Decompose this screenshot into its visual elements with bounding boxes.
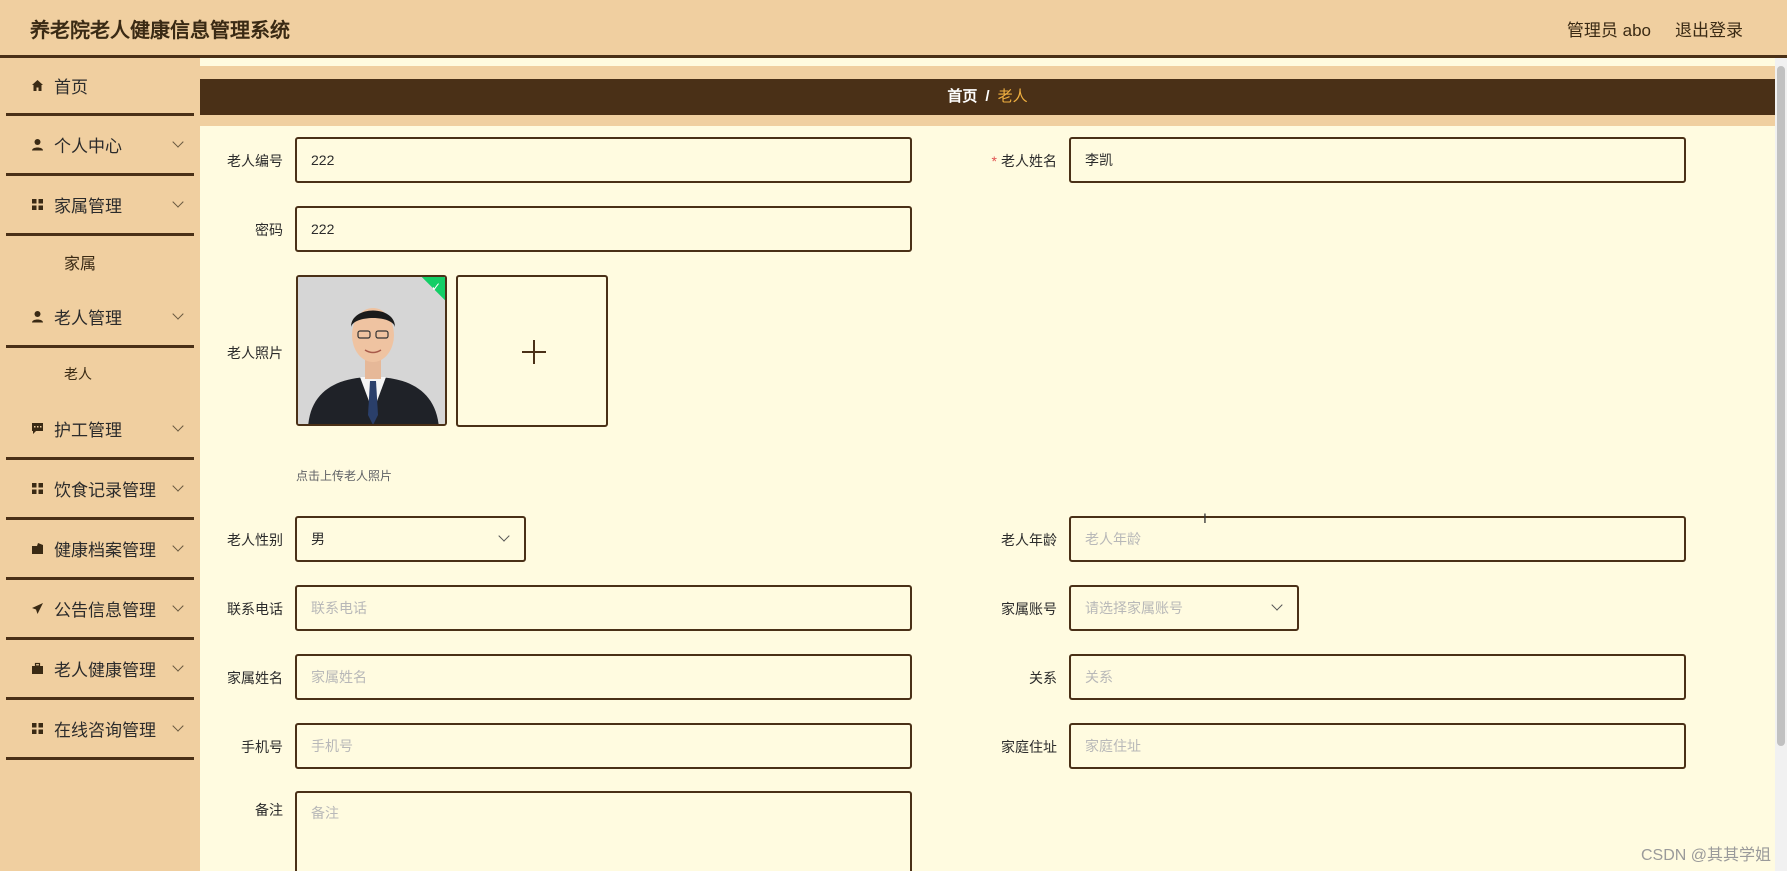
sidebar-item-elder-health-management[interactable]: 老人健康管理: [6, 640, 194, 700]
address-label: 家庭住址: [1001, 739, 1057, 755]
elder-name-label: * 老人姓名: [991, 153, 1057, 169]
sidebar-item-diet-record-management[interactable]: 饮食记录管理: [6, 460, 194, 520]
gender-value: 男: [311, 531, 325, 547]
chevron-down-icon: [172, 540, 184, 552]
chevron-down-icon: [172, 720, 184, 732]
portrait-image: [298, 277, 445, 424]
sidebar-item-label: 老人健康管理: [54, 661, 156, 680]
sidebar-item-personal-center[interactable]: 个人中心: [6, 116, 194, 176]
mobile-label: 手机号: [241, 739, 283, 755]
family-account-label: 家属账号: [1001, 601, 1057, 617]
required-mark: *: [991, 153, 997, 169]
user-area: 管理员 abo 退出登录: [1567, 16, 1743, 41]
grid-icon: [30, 482, 44, 496]
send-icon: [30, 602, 44, 616]
breadcrumb-separator: /: [985, 88, 990, 105]
family-account-placeholder: 请选择家属账号: [1085, 600, 1183, 616]
password-field[interactable]: [295, 206, 912, 252]
relation-field[interactable]: [1069, 654, 1686, 700]
address-field[interactable]: [1069, 723, 1686, 769]
sidebar-item-online-consult-management[interactable]: 在线咨询管理: [6, 700, 194, 760]
elder-id-field[interactable]: [295, 137, 912, 183]
chat-icon: [30, 422, 44, 436]
sidebar: 首页 个人中心 家属管理 家属 老人管理 老人 护工管理 饮食记录管理 健康档案…: [0, 58, 200, 871]
chevron-down-icon: [172, 308, 184, 320]
sidebar-item-family-management[interactable]: 家属管理: [6, 176, 194, 236]
remark-label: 备注: [255, 802, 283, 818]
mobile-field[interactable]: [295, 723, 912, 769]
chevron-down-icon: [172, 136, 184, 148]
chevron-down-icon: [172, 600, 184, 612]
family-name-field[interactable]: [295, 654, 912, 700]
scrollbar-thumb[interactable]: [1777, 66, 1785, 746]
text-cursor-icon: I: [1203, 510, 1207, 526]
chevron-down-icon: [1271, 599, 1283, 611]
briefcase-icon: [30, 662, 44, 676]
sidebar-subitem-family[interactable]: 家属: [0, 236, 200, 288]
sidebar-item-caregiver-management[interactable]: 护工管理: [6, 400, 194, 460]
sidebar-subitem-elder[interactable]: 老人: [0, 348, 200, 400]
app-title: 养老院老人健康信息管理系统: [30, 20, 290, 42]
elder-photo-label: 老人照片: [227, 345, 283, 361]
breadcrumb-bar: 首页 / 老人: [200, 66, 1775, 126]
chevron-down-icon: [172, 480, 184, 492]
user-icon: [30, 310, 44, 324]
grid-icon: [30, 198, 44, 212]
family-account-select[interactable]: 请选择家属账号: [1069, 585, 1299, 631]
sidebar-item-label: 家属管理: [54, 197, 122, 216]
logout-button[interactable]: 退出登录: [1675, 16, 1743, 41]
sidebar-item-home[interactable]: 首页: [6, 58, 194, 116]
sidebar-item-health-record-management[interactable]: 健康档案管理: [6, 520, 194, 580]
chevron-down-icon: [172, 420, 184, 432]
age-label: 老人年龄: [1001, 532, 1057, 548]
chevron-down-icon: [172, 660, 184, 672]
password-label: 密码: [255, 222, 283, 238]
chevron-down-icon: [172, 196, 184, 208]
elder-name-field[interactable]: [1069, 137, 1686, 183]
phone-label: 联系电话: [227, 601, 283, 617]
gender-label: 老人性别: [227, 532, 283, 548]
relation-label: 关系: [1029, 670, 1057, 686]
sidebar-item-label: 在线咨询管理: [54, 721, 156, 740]
sidebar-item-label: 健康档案管理: [54, 541, 156, 560]
remark-textarea[interactable]: 备注: [295, 791, 912, 871]
photo-upload-button[interactable]: [456, 275, 608, 427]
breadcrumb-home[interactable]: 首页: [947, 88, 977, 105]
sidebar-item-label: 护工管理: [54, 421, 122, 440]
sidebar-item-label: 首页: [54, 78, 88, 97]
folder-icon: [30, 542, 44, 556]
breadcrumb-current: 老人: [997, 88, 1028, 105]
home-icon: [30, 79, 44, 93]
sidebar-item-elder-management[interactable]: 老人管理: [6, 288, 194, 348]
scrollbar[interactable]: [1775, 58, 1787, 871]
gender-select[interactable]: 男: [295, 516, 526, 562]
sidebar-item-label: 公告信息管理: [54, 601, 156, 620]
sidebar-item-label: 饮食记录管理: [54, 481, 156, 500]
sidebar-item-label: 个人中心: [54, 137, 122, 156]
chevron-down-icon: [498, 530, 510, 542]
user-icon: [30, 138, 44, 152]
elder-photo-thumbnail[interactable]: ✓: [296, 275, 447, 426]
family-name-label: 家属姓名: [227, 670, 283, 686]
check-icon: ✓: [430, 280, 441, 294]
elder-id-label: 老人编号: [227, 153, 283, 169]
upload-tip: 点击上传老人照片: [296, 469, 393, 483]
sidebar-item-label: 老人管理: [54, 309, 122, 328]
sidebar-item-notice-management[interactable]: 公告信息管理: [6, 580, 194, 640]
watermark: CSDN @其其学姐: [1640, 847, 1771, 864]
phone-field[interactable]: [295, 585, 912, 631]
breadcrumb: 首页 / 老人: [200, 79, 1775, 115]
top-bar: 养老院老人健康信息管理系统 管理员 abo 退出登录: [0, 0, 1787, 58]
user-name[interactable]: 管理员 abo: [1567, 16, 1651, 41]
grid-icon: [30, 722, 44, 736]
age-field[interactable]: [1069, 516, 1686, 562]
